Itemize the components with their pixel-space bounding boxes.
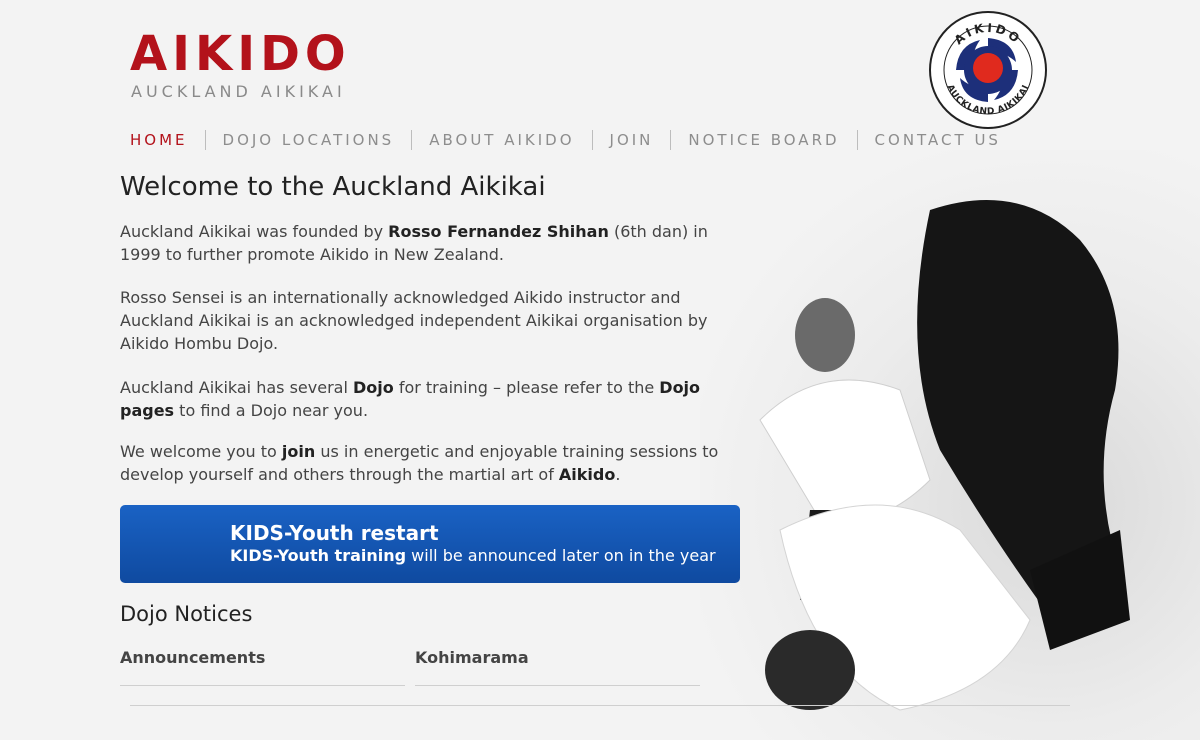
logo-subtitle: AUCKLAND AIKIKAI [131, 82, 346, 101]
banner-text-bold: KIDS-Youth training [230, 546, 407, 565]
dojo-text-mid: for training – please refer to the [393, 378, 660, 397]
dojo-text-end: to find a Dojo near you. [174, 401, 369, 420]
banner-title: KIDS-Youth restart [230, 521, 439, 545]
intro-text: Auckland Aikikai was founded by [120, 222, 389, 241]
dojo-link[interactable]: Dojo [353, 378, 394, 397]
dojo-text: Auckland Aikikai has several [120, 378, 353, 397]
page-title: Welcome to the Auckland Aikikai [120, 172, 546, 202]
banner-text-rest: will be announced later on in the year [406, 546, 716, 565]
notice-announcements[interactable]: Announcements [120, 648, 405, 686]
nav-home[interactable]: HOME [130, 130, 205, 150]
intro-paragraph: Auckland Aikikai was founded by Rosso Fe… [120, 220, 740, 266]
kids-youth-banner[interactable]: KIDS-Youth restart KIDS-Youth training w… [120, 505, 740, 583]
welcome-text: We welcome you to [120, 442, 282, 461]
sensei-paragraph: Rosso Sensei is an internationally ackno… [120, 288, 708, 353]
nav-dojo-locations[interactable]: DOJO LOCATIONS [204, 130, 412, 150]
nav-notice-board[interactable]: NOTICE BOARD [670, 130, 856, 150]
join-link[interactable]: join [282, 442, 315, 461]
logo-title[interactable]: AIKIDO [130, 28, 351, 80]
welcome-paragraph: We welcome you to join us in energetic a… [120, 440, 740, 486]
welcome-text-end: . [615, 465, 621, 484]
aikido-link[interactable]: Aikido [559, 465, 615, 484]
notices-heading: Dojo Notices [120, 602, 253, 626]
nav-contact-us[interactable]: CONTACT US [856, 130, 1018, 150]
hero-photo [700, 150, 1200, 740]
aikikai-emblem-icon[interactable]: AIKIDO AUCKLAND AIKIKAI [928, 10, 1048, 130]
main-nav: HOME DOJO LOCATIONS ABOUT AIKIDO JOIN NO… [130, 128, 1018, 152]
footer-divider [130, 705, 1070, 706]
nav-join[interactable]: JOIN [591, 130, 671, 150]
notice-kohimarama[interactable]: Kohimarama [415, 648, 700, 686]
dojo-paragraph: Auckland Aikikai has several Dojo for tr… [120, 376, 740, 422]
founder-name: Rosso Fernandez Shihan [388, 222, 609, 241]
banner-text: KIDS-Youth training will be announced la… [230, 546, 716, 565]
nav-about-aikido[interactable]: ABOUT AIKIDO [411, 130, 591, 150]
